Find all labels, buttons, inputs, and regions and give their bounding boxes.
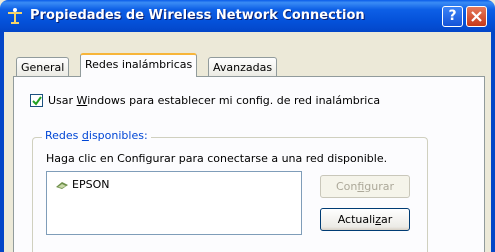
close-icon	[471, 11, 482, 22]
available-networks-description: Haga clic en Configurar para conectarse …	[46, 152, 388, 165]
use-windows-checkbox[interactable]	[30, 94, 43, 107]
properties-dialog: Propiedades de Wireless Network Connecti…	[0, 0, 495, 252]
network-item-epson[interactable]: EPSON	[55, 178, 109, 191]
title-bar[interactable]: Propiedades de Wireless Network Connecti…	[0, 0, 495, 32]
tab-advanced[interactable]: Avanzadas	[208, 57, 278, 77]
tab-wireless-networks[interactable]: Redes inalámbricas	[80, 53, 198, 77]
configure-button[interactable]: Configurar	[320, 175, 410, 198]
checkmark-icon	[32, 96, 42, 106]
network-name: EPSON	[72, 178, 110, 191]
window-border-left	[0, 32, 4, 252]
network-connection-icon	[8, 8, 22, 24]
tab-general[interactable]: General	[16, 57, 70, 77]
window-border-right	[491, 32, 495, 252]
use-windows-label[interactable]: Usar Windows para establecer mi config. …	[48, 94, 380, 107]
close-button[interactable]	[466, 6, 487, 27]
window-title: Propiedades de Wireless Network Connecti…	[30, 8, 365, 23]
available-networks-legend: Redes disponibles:	[42, 129, 151, 142]
wireless-network-icon	[56, 182, 68, 189]
refresh-button[interactable]: Actualizar	[320, 208, 410, 231]
help-button[interactable]: ?	[442, 6, 463, 27]
network-list[interactable]: EPSON	[46, 171, 302, 235]
